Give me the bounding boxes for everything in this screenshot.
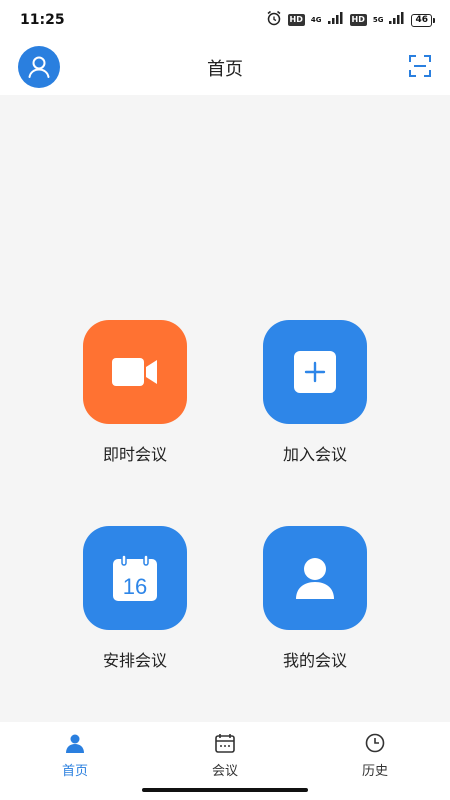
clock-icon — [364, 732, 386, 754]
tab-history[interactable]: 历史 — [325, 732, 425, 779]
signal-icon — [389, 12, 405, 28]
battery-icon: 46 — [411, 13, 435, 27]
page-title: 首页 — [207, 58, 243, 80]
tab-meetings-label: 会议 — [211, 764, 238, 779]
my-meetings-button[interactable] — [263, 526, 367, 630]
tab-history-label: 历史 — [361, 764, 388, 779]
signal-icon — [327, 12, 344, 28]
schedule-meeting-label: 安排会议 — [102, 651, 167, 670]
calendar-date: 16 — [123, 574, 147, 599]
home-person-icon — [64, 732, 86, 754]
join-meeting-button[interactable] — [263, 320, 367, 424]
network-type: 4G — [310, 16, 322, 24]
tab-home[interactable]: 首页 — [25, 732, 125, 779]
schedule-meeting-tile[interactable]: 16 安排会议 — [75, 526, 195, 671]
tab-home-label: 首页 — [61, 764, 88, 779]
calendar-icon: 16 — [113, 555, 157, 601]
hd-badge: HD — [287, 14, 305, 26]
home-indicator — [142, 788, 308, 792]
status-bar: 11:25 HD 4G HD 5G 46 — [0, 0, 450, 40]
person-icon — [296, 558, 334, 599]
status-icons: HD 4G HD 5G 46 — [266, 10, 435, 30]
instant-meeting-label: 即时会议 — [102, 445, 167, 464]
status-time: 11:25 — [20, 12, 65, 28]
tab-meetings[interactable]: 会议 — [175, 732, 275, 779]
video-camera-icon — [112, 358, 157, 386]
alarm-icon — [266, 10, 282, 30]
instant-meeting-tile[interactable]: 即时会议 — [75, 320, 195, 465]
plus-square-icon — [294, 351, 336, 393]
schedule-meeting-button[interactable]: 16 — [83, 526, 187, 630]
hd-badge: HD — [349, 14, 367, 26]
scan-button[interactable] — [408, 54, 432, 78]
my-meetings-label: 我的会议 — [282, 651, 347, 670]
app-header: 首页 — [0, 40, 450, 95]
avatar[interactable] — [18, 46, 60, 88]
user-icon — [28, 56, 50, 78]
calendar-icon — [214, 732, 236, 754]
join-meeting-label: 加入会议 — [282, 445, 347, 464]
network-type: 5G — [372, 16, 384, 24]
my-meetings-tile[interactable]: 我的会议 — [255, 526, 375, 671]
join-meeting-tile[interactable]: 加入会议 — [255, 320, 375, 465]
scan-icon — [409, 55, 431, 77]
instant-meeting-button[interactable] — [83, 320, 187, 424]
